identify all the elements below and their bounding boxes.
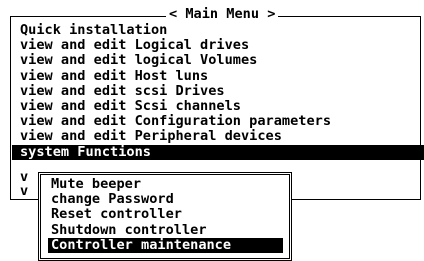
submenu-item-reset-controller[interactable]: Reset controller (51, 207, 283, 222)
menu-item-peripheral-devices[interactable]: view and edit Peripheral devices (20, 129, 424, 144)
menu-item-logical-drives[interactable]: view and edit Logical drives (20, 37, 424, 53)
submenu-item-change-password[interactable]: change Password (51, 191, 283, 207)
submenu-item-shutdown-controller[interactable]: Shutdown controller (51, 222, 283, 238)
terminal-screen: < Main Menu > Quick installation view an… (0, 0, 424, 261)
submenu-list: Mute beeper change Password Reset contro… (48, 176, 283, 253)
menu-item-configuration-parameters[interactable]: view and edit Configuration parameters (20, 113, 424, 129)
main-menu-title: < Main Menu > (166, 6, 279, 23)
main-menu-list: Quick installation view and edit Logical… (12, 22, 424, 160)
menu-item-scsi-drives[interactable]: view and edit scsi Drives (20, 83, 424, 99)
menu-item-obscured[interactable]: v (20, 183, 28, 199)
submenu-item-controller-maintenance[interactable]: Controller maintenance (48, 237, 283, 253)
menu-item-host-luns[interactable]: view and edit Host luns (20, 68, 424, 84)
menu-item-quick-installation[interactable]: Quick installation (20, 22, 424, 38)
menu-item-logical-volumes[interactable]: view and edit logical Volumes (20, 53, 424, 68)
menu-item-scsi-channels[interactable]: view and edit Scsi channels (20, 98, 424, 114)
submenu-item-mute-beeper[interactable]: Mute beeper (51, 176, 283, 192)
menu-item-system-functions[interactable]: system Functions (12, 144, 424, 160)
